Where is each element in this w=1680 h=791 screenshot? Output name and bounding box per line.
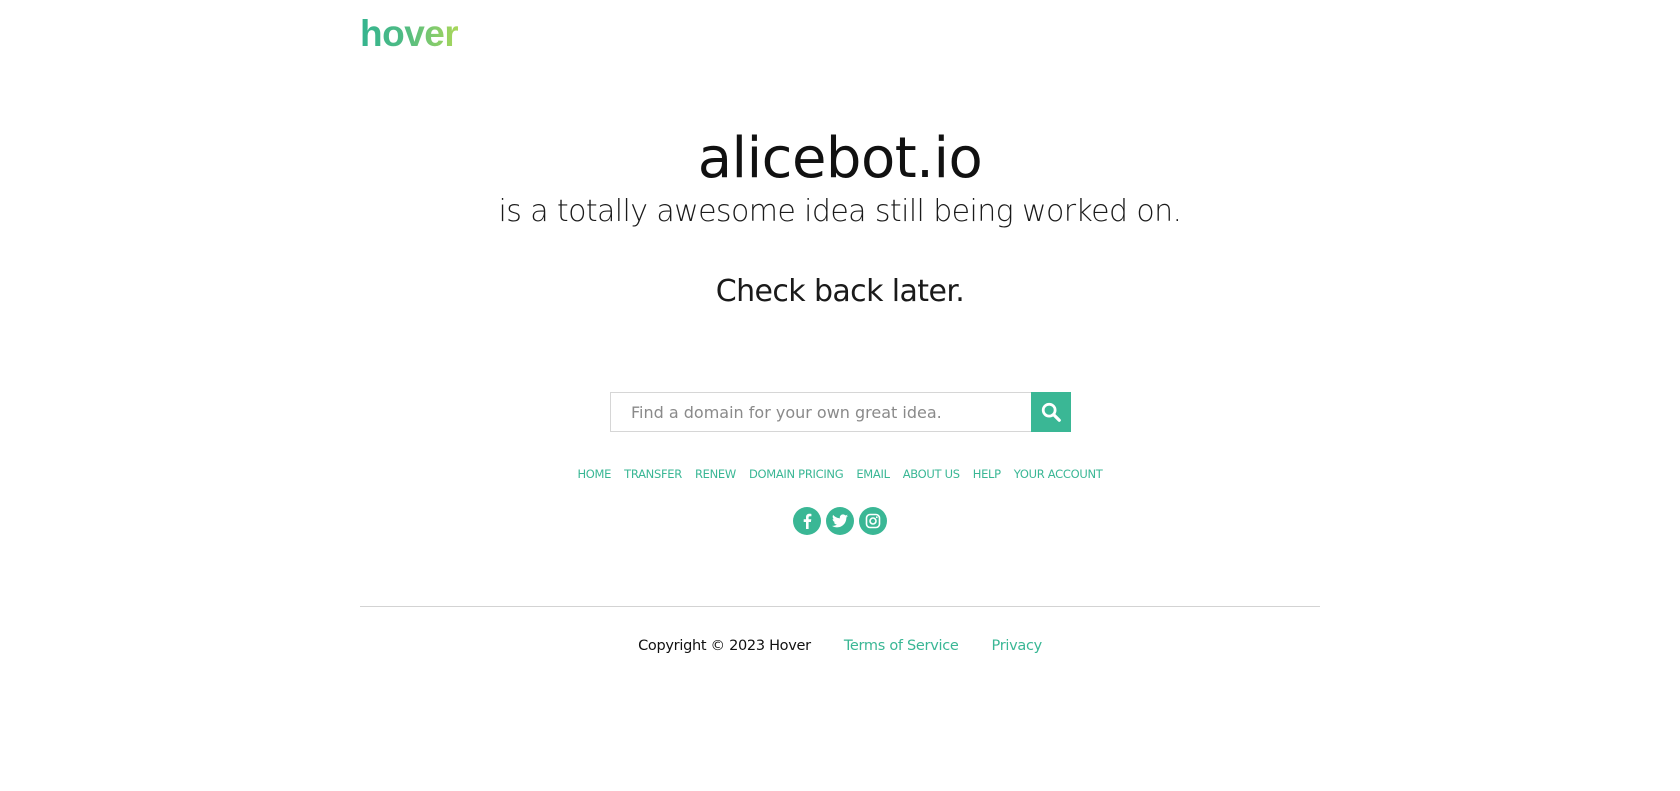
- nav-domain-pricing[interactable]: DOMAIN PRICING: [749, 467, 844, 481]
- twitter-link[interactable]: [826, 507, 854, 535]
- nav-email[interactable]: EMAIL: [856, 467, 890, 481]
- nav-home[interactable]: HOME: [577, 467, 611, 481]
- nav-help[interactable]: HELP: [973, 467, 1001, 481]
- footer-divider: [360, 606, 1320, 607]
- tagline: is a totally awesome idea still being wo…: [498, 194, 1183, 229]
- instagram-link[interactable]: [859, 507, 887, 535]
- instagram-icon: [865, 513, 881, 529]
- social-links: [0, 507, 1680, 535]
- footer: Copyright © 2023 Hover Terms of Service …: [0, 638, 1680, 654]
- search-button[interactable]: [1031, 392, 1071, 432]
- search-icon: [1041, 402, 1061, 422]
- facebook-icon: [803, 513, 812, 529]
- terms-of-service-link[interactable]: Terms of Service: [844, 638, 959, 654]
- domain-search-input[interactable]: [610, 392, 1031, 432]
- nav-renew[interactable]: RENEW: [695, 467, 736, 481]
- domain-search-form: [610, 392, 1071, 432]
- nav-transfer[interactable]: TRANSFER: [624, 467, 682, 481]
- facebook-link[interactable]: [793, 507, 821, 535]
- check-back-message: Check back later.: [715, 274, 965, 309]
- domain-title: alicebot.io: [697, 126, 983, 191]
- hover-logo[interactable]: hover: [360, 14, 459, 54]
- twitter-icon: [832, 514, 848, 528]
- footer-nav: HOME TRANSFER RENEW DOMAIN PRICING EMAIL…: [0, 467, 1680, 481]
- privacy-link[interactable]: Privacy: [992, 638, 1043, 654]
- nav-your-account[interactable]: YOUR ACCOUNT: [1014, 467, 1103, 481]
- nav-about-us[interactable]: ABOUT US: [903, 467, 960, 481]
- copyright-text: Copyright © 2023 Hover: [638, 638, 811, 654]
